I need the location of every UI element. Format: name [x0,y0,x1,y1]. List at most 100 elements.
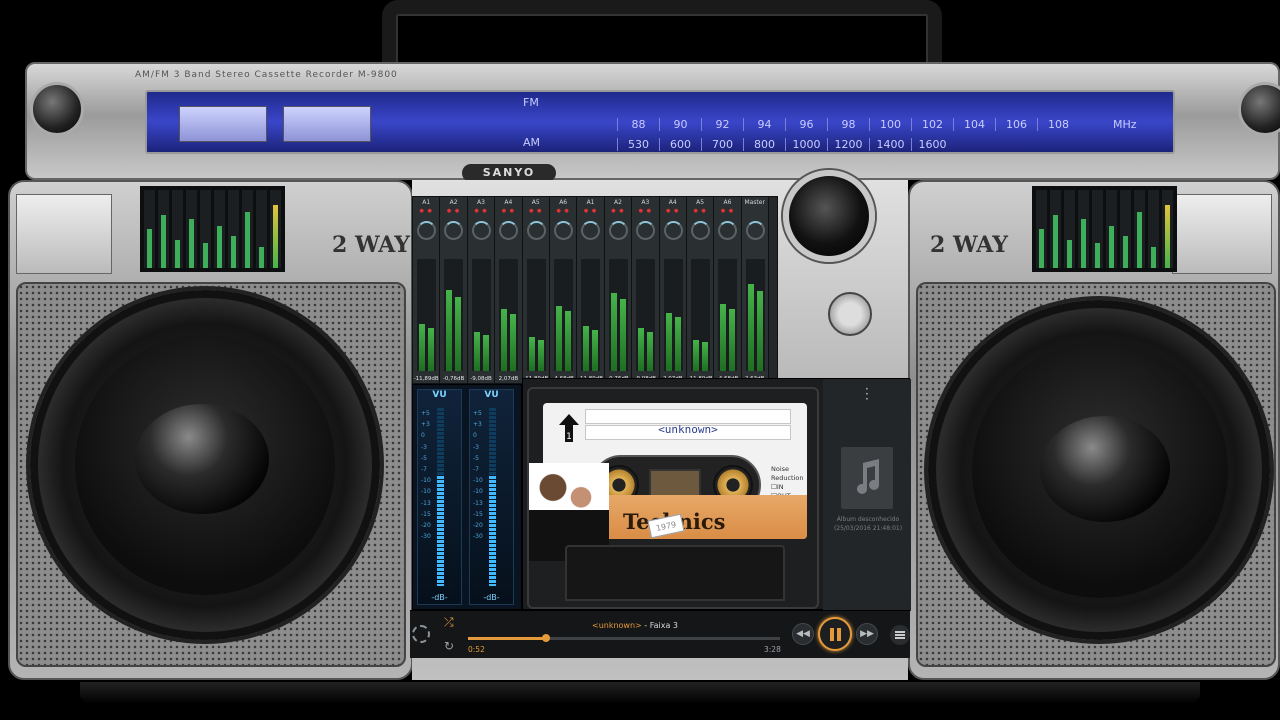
mini-meter-fill [1095,243,1100,268]
pan-knob-icon[interactable] [745,221,765,240]
pan-knob-icon[interactable] [690,221,710,240]
mini-meter-column [186,190,197,268]
now-playing-track: Faixa 3 [649,621,678,630]
level-meter [583,326,590,371]
mute-solo-icons[interactable]: ● ● [632,208,658,214]
fader-track[interactable] [444,259,464,371]
level-meter [720,304,727,371]
mixer-channel[interactable]: A1● ●-11,89dB [413,197,441,383]
level-meter [482,335,489,371]
vu-tick: +5 [473,410,482,417]
album-info: Álbum desconhecido (25/03/2016 21:48:01) [827,515,909,533]
mini-meter-fill [1053,215,1058,268]
pan-knob-icon[interactable] [608,221,628,240]
vu-tick: 0 [421,432,425,440]
pan-knob-icon[interactable] [663,221,683,240]
mute-solo-icons[interactable]: ● ● [660,208,686,214]
pan-knob-icon[interactable] [471,221,491,240]
mute-solo-icons[interactable]: ● ● [577,208,603,214]
mute-solo-icons[interactable]: ● ● [440,208,466,214]
radio-dial: FM AM 88 90 92 94 96 98 100 102 104 106 108 MHz 53… [145,90,1175,154]
level-meter [619,299,626,371]
mini-meter-column [200,190,211,268]
more-options-icon[interactable]: · · · [865,383,869,405]
mini-meter-column [158,190,169,268]
fader-track[interactable] [690,259,710,371]
settings-gear-icon[interactable] [412,625,430,643]
mixer-channel[interactable]: A6● ●-4,68dB [714,197,742,383]
pan-knob-icon[interactable] [553,221,573,240]
pan-knob-icon[interactable] [526,221,546,240]
mute-solo-icons[interactable]: ● ● [413,208,439,214]
mute-solo-icons[interactable]: ● ● [468,208,494,214]
fader-track[interactable] [663,259,683,371]
scale-mark: 98 [827,118,869,131]
mute-solo-icons[interactable]: ● ● [714,208,740,214]
elapsed-time: 0:52 [468,645,485,654]
scale-mark: 104 [953,118,995,131]
fader-track[interactable] [526,259,546,371]
seek-thumb[interactable] [542,634,550,642]
fader-track[interactable] [608,259,628,371]
mute-solo-icons[interactable]: ● ● [523,208,549,214]
mixer-channel[interactable]: A5● ●-11,89dB [686,197,715,383]
level-meter [610,293,617,371]
fader-track[interactable] [553,259,573,371]
fader-track[interactable] [499,259,519,371]
mixer-channel[interactable]: A2● ●-0,76dB [440,197,468,383]
vu-tick: -15 [421,510,431,518]
fader-track[interactable] [581,259,601,371]
mute-solo-icons[interactable]: ● ● [605,208,631,214]
pan-knob-icon[interactable] [636,221,656,240]
rewind-button[interactable]: ◀◀ [792,623,814,645]
mute-solo-icons[interactable]: ● ● [495,208,521,214]
level-meter [638,328,645,371]
pan-knob-icon[interactable] [581,221,601,240]
scale-mark: 100 [869,118,911,131]
mini-meter-fill [1137,212,1142,268]
noise-reduction-line: ☐IN [771,483,784,491]
pan-knob-icon[interactable] [444,221,464,240]
mini-meter-column [1148,190,1159,268]
level-meter [592,330,599,371]
seek-bar[interactable] [468,634,780,642]
mini-meter-column [1064,190,1075,268]
shuffle-icon[interactable]: ⤮ [444,615,454,630]
pan-knob-icon[interactable] [417,221,436,240]
pan-knob-icon[interactable] [499,221,519,240]
mini-meter-column [1120,190,1131,268]
fader-track[interactable] [636,259,656,371]
vu-tick: +5 [421,410,430,417]
mixer-channel[interactable]: A5● ●-11,89dB [522,197,550,383]
menu-button[interactable] [890,625,910,645]
mixer-channel[interactable]: Master2,63dB [741,197,769,383]
album-art[interactable] [841,447,893,509]
vu-meter-left: VU +5 +3 0 -3 -5 -7 -10 -10 -13 -15 -20 -30 -dB- [417,389,462,605]
mute-solo-icons[interactable]: ● ● [550,208,576,214]
fader-track[interactable] [417,259,436,371]
mixer-channel[interactable]: A2● ●-0,76dB [604,197,633,383]
scale-mark: 530 [617,138,659,151]
channel-name: A2 [613,199,622,206]
pause-button[interactable] [818,617,852,651]
boombox-base [80,682,1200,704]
mixer-channel[interactable]: A3● ●-9,08dB [632,197,660,383]
mute-solo-icons[interactable]: ● ● [687,208,713,214]
fader-track[interactable] [745,259,765,371]
mixer-channel[interactable]: A1● ●-11,89dB [577,197,605,383]
fast-forward-button[interactable]: ▶▶ [856,623,878,645]
fader-track[interactable] [471,259,491,371]
pan-knob-icon[interactable] [718,221,738,240]
channel-name: A2 [449,199,458,206]
mixer-channel[interactable]: A6● ●-4,68dB [549,197,578,383]
level-meter [428,328,434,371]
repeat-icon[interactable]: ↻ [444,639,454,653]
mini-meter-column [214,190,225,268]
fader-track[interactable] [718,259,738,371]
mixer-channel[interactable]: A4● ●2,07dB [495,197,523,383]
mixer-channel[interactable]: A3● ●-9,08dB [467,197,496,383]
mini-meter-fill [203,243,208,268]
mixer-channel[interactable]: A4● ●2,07dB [659,197,687,383]
mini-meter-fill [245,212,250,268]
mini-meter-fill [175,240,180,268]
